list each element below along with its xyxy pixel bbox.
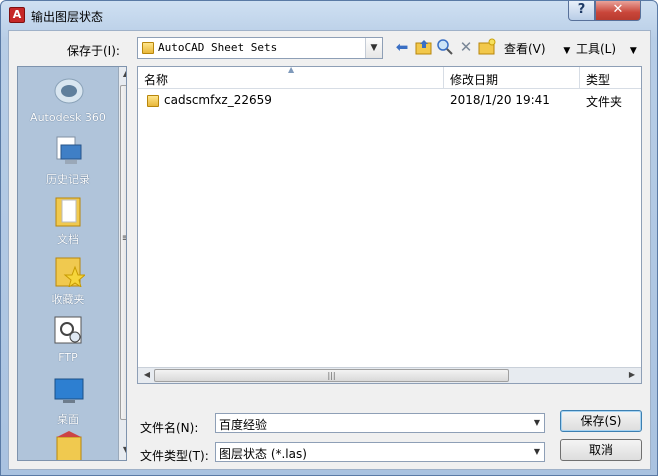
documents-folder-icon — [53, 195, 85, 227]
back-arrow-icon[interactable]: ⬅ — [393, 38, 411, 56]
dialog-body: 保存于(I): AutoCAD Sheet Sets ▼ ⬅ ✕ 查看(V) ▼… — [8, 30, 651, 470]
filetype-value: 图层状态 (*.las) — [219, 447, 307, 461]
desktop-icon — [53, 375, 85, 407]
tools-menu-label: 工具(L) — [576, 42, 617, 56]
filename-input[interactable]: 百度经验 ▼ — [215, 413, 545, 433]
place-label: 文档 — [57, 233, 79, 246]
save-in-value: AutoCAD Sheet Sets — [158, 41, 278, 54]
column-header-name[interactable]: ▲ 名称 — [138, 67, 444, 89]
table-row[interactable]: cadscmfxz_22659 2018/1/20 19:41 文件夹 — [138, 91, 641, 111]
scroll-up-icon[interactable]: ▲ — [119, 69, 126, 78]
scroll-thumb[interactable] — [120, 85, 126, 420]
grip-icon: ≡ — [119, 233, 126, 244]
place-label: 收藏夹 — [51, 293, 85, 306]
history-icon — [53, 135, 85, 167]
up-folder-icon[interactable] — [415, 38, 433, 56]
file-list: ▲ 名称 修改日期 类型 cadscmfxz_22659 2018/1/20 1… — [137, 66, 642, 384]
places-bar: Autodesk 360 历史记录 文档 收藏夹 FTP 桌面 — [17, 66, 127, 461]
column-header-name-label: 名称 — [144, 73, 169, 87]
chevron-down-icon: ▼ — [629, 46, 637, 56]
file-modified: 2018/1/20 19:41 — [450, 93, 550, 107]
file-type: 文件夹 — [586, 95, 623, 109]
view-menu[interactable]: 查看(V) ▼ — [504, 40, 570, 57]
cancel-button[interactable]: 取消 — [560, 439, 642, 461]
chevron-down-icon[interactable]: ▼ — [530, 414, 544, 432]
filetype-dropdown[interactable]: 图层状态 (*.las) ▼ — [215, 442, 545, 462]
column-header-type-label: 类型 — [586, 73, 611, 87]
scroll-down-icon[interactable]: ▼ — [119, 445, 126, 454]
chevron-down-icon: ▼ — [563, 46, 571, 56]
favorites-folder-icon — [53, 255, 87, 289]
folder-icon — [142, 42, 154, 54]
autodesk-360-icon — [53, 75, 85, 107]
scroll-thumb[interactable]: ||| — [154, 369, 509, 382]
file-name: cadscmfxz_22659 — [164, 93, 272, 107]
chevron-down-icon[interactable]: ▼ — [530, 443, 544, 461]
scroll-right-icon[interactable]: ▶ — [625, 370, 639, 379]
chevron-down-icon[interactable]: ▼ — [365, 38, 382, 58]
place-label: 桌面 — [57, 413, 79, 426]
filename-value: 百度经验 — [219, 418, 268, 432]
place-label: 历史记录 — [46, 173, 90, 186]
folder-icon — [147, 95, 159, 107]
ftp-icon — [53, 315, 85, 347]
delete-icon[interactable]: ✕ — [457, 38, 475, 56]
filename-label: 文件名(N): — [140, 421, 199, 435]
filetype-label: 文件类型(T): — [140, 449, 209, 463]
place-label: Autodesk 360 — [30, 111, 106, 124]
scroll-left-icon[interactable]: ◀ — [140, 370, 154, 379]
window-title: 输出图层状态 — [31, 10, 104, 24]
dialog-window: A 输出图层状态 ? ✕ 保存于(I): AutoCAD Sheet Sets … — [0, 0, 658, 476]
file-list-hscrollbar[interactable]: ◀ ||| ▶ — [138, 367, 641, 383]
title-bar[interactable]: A 输出图层状态 ? ✕ — [1, 1, 657, 29]
place-label: FTP — [58, 351, 78, 364]
column-header-modified-label: 修改日期 — [450, 73, 499, 87]
save-in-label: 保存于(I): — [67, 44, 120, 58]
close-button[interactable]: ✕ — [595, 1, 641, 21]
save-button[interactable]: 保存(S) — [560, 410, 642, 432]
new-folder-icon[interactable] — [478, 38, 496, 56]
places-scrollbar[interactable]: ▲ ≡ ▼ — [118, 67, 126, 460]
view-menu-label: 查看(V) — [504, 42, 546, 56]
save-in-dropdown[interactable]: AutoCAD Sheet Sets ▼ — [137, 37, 383, 59]
search-web-icon[interactable] — [436, 38, 454, 56]
folder-icon — [53, 431, 85, 460]
sort-ascending-icon: ▲ — [288, 66, 295, 74]
autocad-app-icon: A — [9, 7, 25, 23]
column-header-modified[interactable]: 修改日期 — [444, 67, 580, 89]
help-button[interactable]: ? — [568, 1, 595, 21]
column-header-type[interactable]: 类型 — [580, 67, 641, 89]
tools-menu[interactable]: 工具(L) ▼ — [576, 40, 637, 57]
